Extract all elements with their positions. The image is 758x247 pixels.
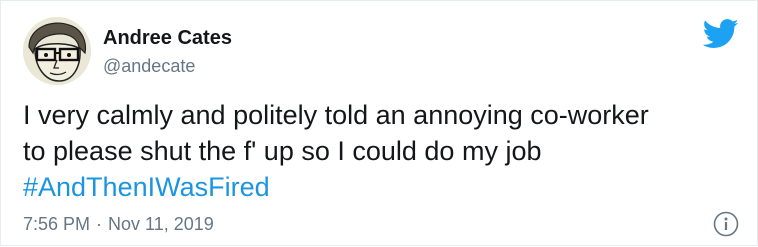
- avatar[interactable]: [23, 17, 91, 85]
- hashtag-link[interactable]: #AndThenIWasFired: [23, 172, 270, 202]
- author-handle[interactable]: @andecate: [103, 56, 195, 77]
- author-display-name[interactable]: Andree Cates: [103, 27, 232, 50]
- tweet-timestamp[interactable]: 7:56 PM · Nov 11, 2019: [23, 214, 214, 235]
- tweet-text: I very calmly and politely told an annoy…: [23, 97, 739, 205]
- timestamp-separator: ·: [96, 214, 103, 234]
- info-icon[interactable]: [713, 211, 739, 237]
- tweet-card: Andree Cates @andecate I very calmly and…: [1, 1, 758, 247]
- twitter-bird-icon[interactable]: [703, 19, 739, 49]
- avatar-drawing: [23, 17, 91, 85]
- tweet-text-line: to please shut the f' up so I could do m…: [23, 136, 542, 166]
- tweet-text-line: I very calmly and politely told an annoy…: [23, 100, 649, 130]
- tweet-date: Nov 11, 2019: [108, 214, 214, 234]
- tweet-time: 7:56 PM: [23, 214, 91, 234]
